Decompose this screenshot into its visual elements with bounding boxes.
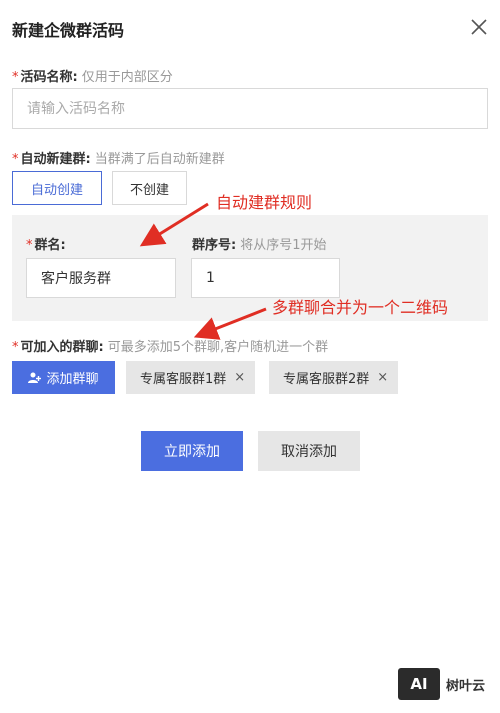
group-tag-label: 专属客服群2群 — [283, 372, 370, 387]
joinable-groups-hint: 可最多添加5个群聊,客户随机进一个群 — [107, 340, 329, 355]
create-group-code-dialog: 新建企微群活码 *活码名称:仅用于内部区分 *自动新建群:当群满了后自动新建群 … — [0, 0, 500, 713]
cancel-add-button[interactable]: 取消添加 — [258, 431, 360, 471]
auto-create-option-button[interactable]: 自动创建 — [12, 171, 102, 205]
add-group-chat-label: 添加群聊 — [46, 372, 99, 387]
rule-annotation: 自动建群规则 — [216, 193, 313, 212]
group-name-input[interactable] — [26, 258, 176, 298]
required-mark: * — [12, 152, 19, 167]
required-mark: * — [12, 70, 19, 85]
group-seq-input[interactable] — [191, 258, 340, 298]
group-tag-label: 专属客服群1群 — [140, 372, 227, 387]
no-create-option-button[interactable]: 不创建 — [112, 171, 187, 205]
group-tag-1: 专属客服群1群 × — [126, 361, 256, 394]
logo-mark: AI — [398, 668, 440, 700]
auto-create-label: 自动新建群: — [20, 152, 91, 167]
required-mark: * — [12, 340, 19, 355]
group-tag-2: 专属客服群2群 × — [269, 361, 399, 394]
add-user-icon — [28, 372, 42, 383]
code-name-label-row: * 活码名称: 仅用于内部区分 — [12, 66, 173, 85]
joinable-groups-label-row: * 可加入的群聊: 可最多添加5个群聊,客户随机进一个群 — [12, 336, 328, 355]
add-group-chat-button[interactable]: 添加群聊 — [12, 361, 115, 394]
close-icon — [471, 19, 487, 35]
group-name-label-row: * 群名: — [26, 234, 66, 253]
remove-tag-icon[interactable]: × — [377, 370, 388, 385]
merge-annotation: 多群聊合并为一个二维码 — [272, 298, 449, 317]
group-name-label: 群名: — [34, 238, 66, 253]
logo-text: 树叶云 — [446, 678, 486, 694]
group-seq-label-row: 群序号: 将从序号1开始 — [192, 234, 326, 253]
code-name-label: 活码名称: — [20, 70, 78, 85]
auto-create-label-row: * 自动新建群: 当群满了后自动新建群 — [12, 148, 225, 167]
confirm-add-button[interactable]: 立即添加 — [141, 431, 243, 471]
close-button[interactable] — [468, 16, 490, 38]
dialog-title: 新建企微群活码 — [12, 21, 125, 40]
group-seq-hint: 将从序号1开始 — [240, 238, 327, 253]
auto-create-hint: 当群满了后自动新建群 — [94, 152, 225, 167]
joinable-groups-label: 可加入的群聊: — [20, 340, 104, 355]
group-seq-label: 群序号: — [192, 238, 237, 253]
code-name-input[interactable] — [12, 88, 488, 129]
remove-tag-icon[interactable]: × — [234, 370, 245, 385]
code-name-hint: 仅用于内部区分 — [81, 70, 173, 85]
watermark-logo: AI 树叶云 — [398, 668, 485, 700]
required-mark: * — [26, 238, 33, 253]
